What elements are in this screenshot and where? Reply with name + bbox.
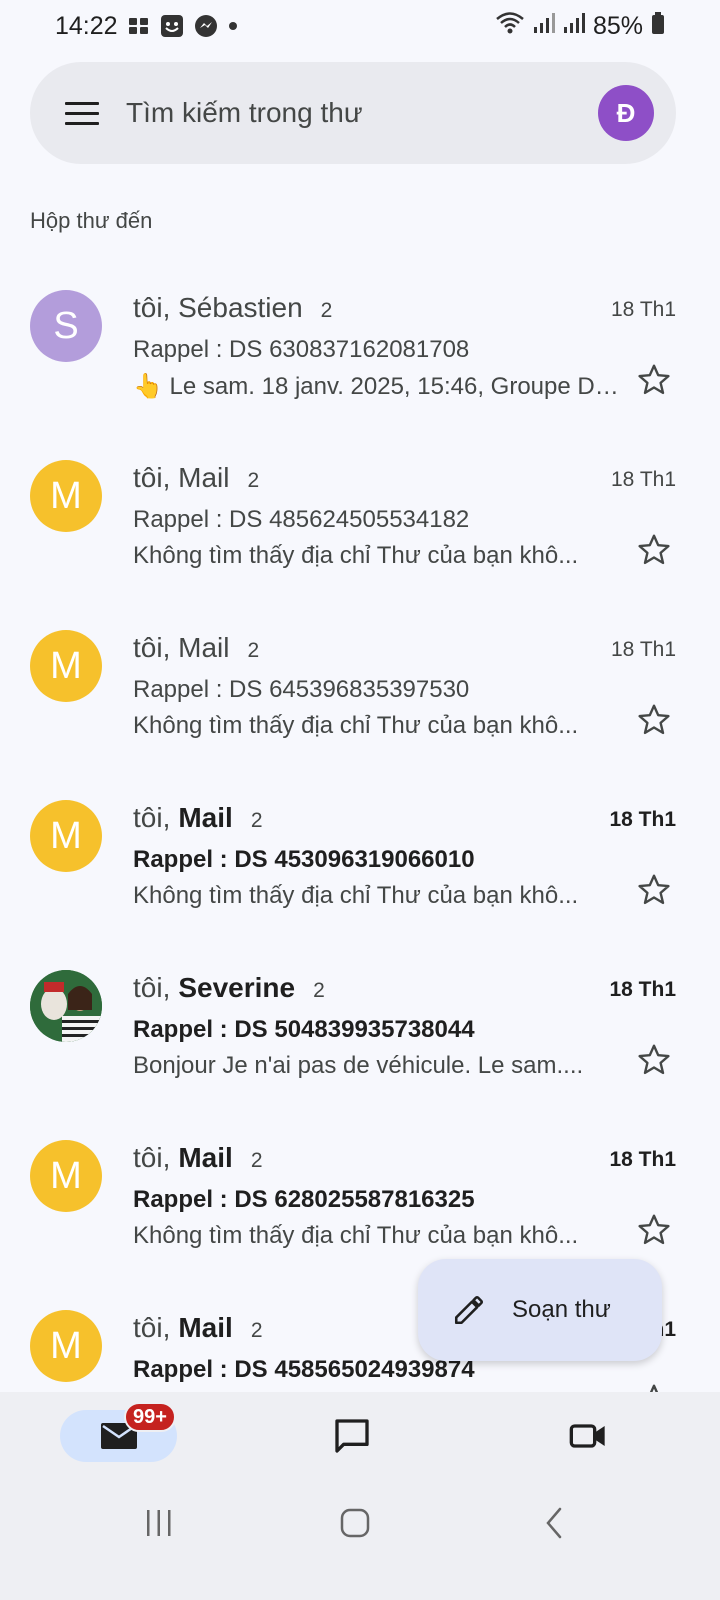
email-snippet: Không tìm thấy địa chỉ Thư của bạn khô..… <box>133 882 579 909</box>
email-row[interactable]: tôi, Severine 2 18 Th1 Rappel : DS 50483… <box>0 952 720 1122</box>
email-date: 18 Th1 <box>611 468 676 491</box>
sender-name: Severine <box>178 972 296 1003</box>
email-date: 18 Th1 <box>609 978 676 1001</box>
star-icon[interactable] <box>636 1212 672 1248</box>
battery-percent: 85% <box>592 11 643 40</box>
pencil-icon <box>454 1295 484 1325</box>
email-subject: Rappel : DS 504839935738044 <box>133 1016 475 1043</box>
thread-count: 2 <box>247 639 260 662</box>
thread-count: 2 <box>250 1149 263 1172</box>
star-icon[interactable] <box>636 872 672 908</box>
star-icon[interactable] <box>636 1382 672 1392</box>
sender-avatar[interactable]: M <box>30 460 102 532</box>
sender-prefix: tôi, <box>133 1142 171 1173</box>
home-icon[interactable] <box>340 1508 370 1538</box>
email-date: 18 Th1 <box>611 298 676 321</box>
star-icon[interactable] <box>636 362 672 398</box>
battery-icon <box>651 11 665 42</box>
sender-prefix: tôi, <box>133 972 171 1003</box>
email-date: 18 Th1 <box>609 1148 676 1171</box>
sender-name: tôi, Mail <box>133 462 230 493</box>
back-icon[interactable] <box>540 1506 570 1540</box>
more-notifications-dot-icon <box>228 21 238 31</box>
sender-avatar[interactable]: M <box>30 630 102 702</box>
signal-icon-2 <box>563 11 585 42</box>
search-input[interactable]: Tìm kiếm trong thư <box>126 97 598 129</box>
sender-name: tôi, Sébastien <box>133 292 303 323</box>
email-subject: Rappel : DS 645396835397530 <box>133 676 470 703</box>
email-subject: Rappel : DS 630837162081708 <box>133 336 470 363</box>
email-snippet: Không tìm thấy địa chỉ Thư của bạn khô..… <box>133 542 579 569</box>
email-row[interactable]: M tôi, Mail 2 18 Th1 Rappel : DS 4856245… <box>0 442 720 612</box>
smiley-icon <box>160 14 184 38</box>
search-bar[interactable]: Tìm kiếm trong thư Đ <box>30 62 676 164</box>
star-icon[interactable] <box>636 1042 672 1078</box>
email-subject: Rappel : DS 485624505534182 <box>133 506 470 533</box>
sender-prefix: tôi, <box>133 802 171 833</box>
email-snippet: Bonjour Je n'ai pas de véhicule. Le sam.… <box>133 1052 584 1079</box>
sender-avatar[interactable]: S <box>30 290 102 362</box>
inbox-label: Hộp thư đến <box>30 208 153 233</box>
wifi-icon <box>495 11 525 42</box>
email-sender: tôi, Mail 2 <box>133 632 259 664</box>
recent-apps-icon[interactable] <box>144 1508 174 1538</box>
compose-button[interactable]: Soạn thư <box>418 1259 662 1361</box>
bottom-navigation: 99+ <box>0 1392 720 1600</box>
hamburger-menu-icon[interactable] <box>64 95 100 131</box>
email-row[interactable]: S tôi, Sébastien 2 18 Th1 Rappel : DS 63… <box>0 272 720 442</box>
email-sender: tôi, Mail 2 <box>133 802 263 834</box>
status-time: 14:22 <box>55 11 118 40</box>
star-icon[interactable] <box>636 532 672 568</box>
sender-name: Mail <box>178 1312 233 1343</box>
email-date: 18 Th1 <box>611 638 676 661</box>
sender-name: tôi, Mail <box>133 632 230 663</box>
thread-count: 2 <box>320 299 333 322</box>
sender-name: Mail <box>178 802 233 833</box>
email-sender: tôi, Mail 2 <box>133 1142 263 1174</box>
email-sender: tôi, Sébastien 2 <box>133 292 332 324</box>
email-subject: Rappel : DS 458565024939874 <box>133 1356 475 1383</box>
email-row[interactable]: M tôi, Mail 2 18 Th1 Rappel : DS 4530963… <box>0 782 720 952</box>
email-snippet: Không tìm thấy địa chỉ Thư của bạn khô..… <box>133 1222 579 1249</box>
email-snippet: 👆 Le sam. 18 janv. 2025, 15:46, Groupe D… <box>133 373 619 400</box>
signal-icon <box>533 11 555 42</box>
thread-count: 2 <box>250 809 263 832</box>
compose-label: Soạn thư <box>512 1296 611 1323</box>
email-date: 18 Th1 <box>609 808 676 831</box>
status-bar: 14:22 85% <box>0 0 720 52</box>
sender-avatar[interactable]: M <box>30 800 102 872</box>
sender-prefix: tôi, <box>133 1312 171 1343</box>
sender-photo-avatar[interactable] <box>30 970 102 1042</box>
email-row[interactable]: M tôi, Mail 2 18 Th1 Rappel : DS 6453968… <box>0 612 720 782</box>
email-snippet: Không tìm thấy địa chỉ Thư của bạn khô..… <box>133 712 579 739</box>
sender-avatar[interactable]: M <box>30 1140 102 1212</box>
thread-count: 2 <box>250 1319 263 1342</box>
sender-name: Mail <box>178 1142 233 1173</box>
email-sender: tôi, Mail 2 <box>133 462 259 494</box>
messenger-icon <box>194 14 218 38</box>
thread-count: 2 <box>313 979 325 1002</box>
chat-icon[interactable] <box>332 1416 372 1456</box>
thread-count: 2 <box>247 469 260 492</box>
video-camera-icon[interactable] <box>568 1416 608 1456</box>
account-avatar[interactable]: Đ <box>598 85 654 141</box>
email-subject: Rappel : DS 453096319066010 <box>133 846 475 873</box>
notification-app-icon <box>128 15 150 37</box>
email-sender: tôi, Severine 2 <box>133 972 325 1004</box>
email-list: S tôi, Sébastien 2 18 Th1 Rappel : DS 63… <box>0 272 720 1392</box>
unread-badge: 99+ <box>124 1402 176 1432</box>
star-icon[interactable] <box>636 702 672 738</box>
sender-avatar[interactable]: M <box>30 1310 102 1382</box>
email-sender: tôi, Mail 2 <box>133 1312 263 1344</box>
email-subject: Rappel : DS 628025587816325 <box>133 1186 475 1213</box>
